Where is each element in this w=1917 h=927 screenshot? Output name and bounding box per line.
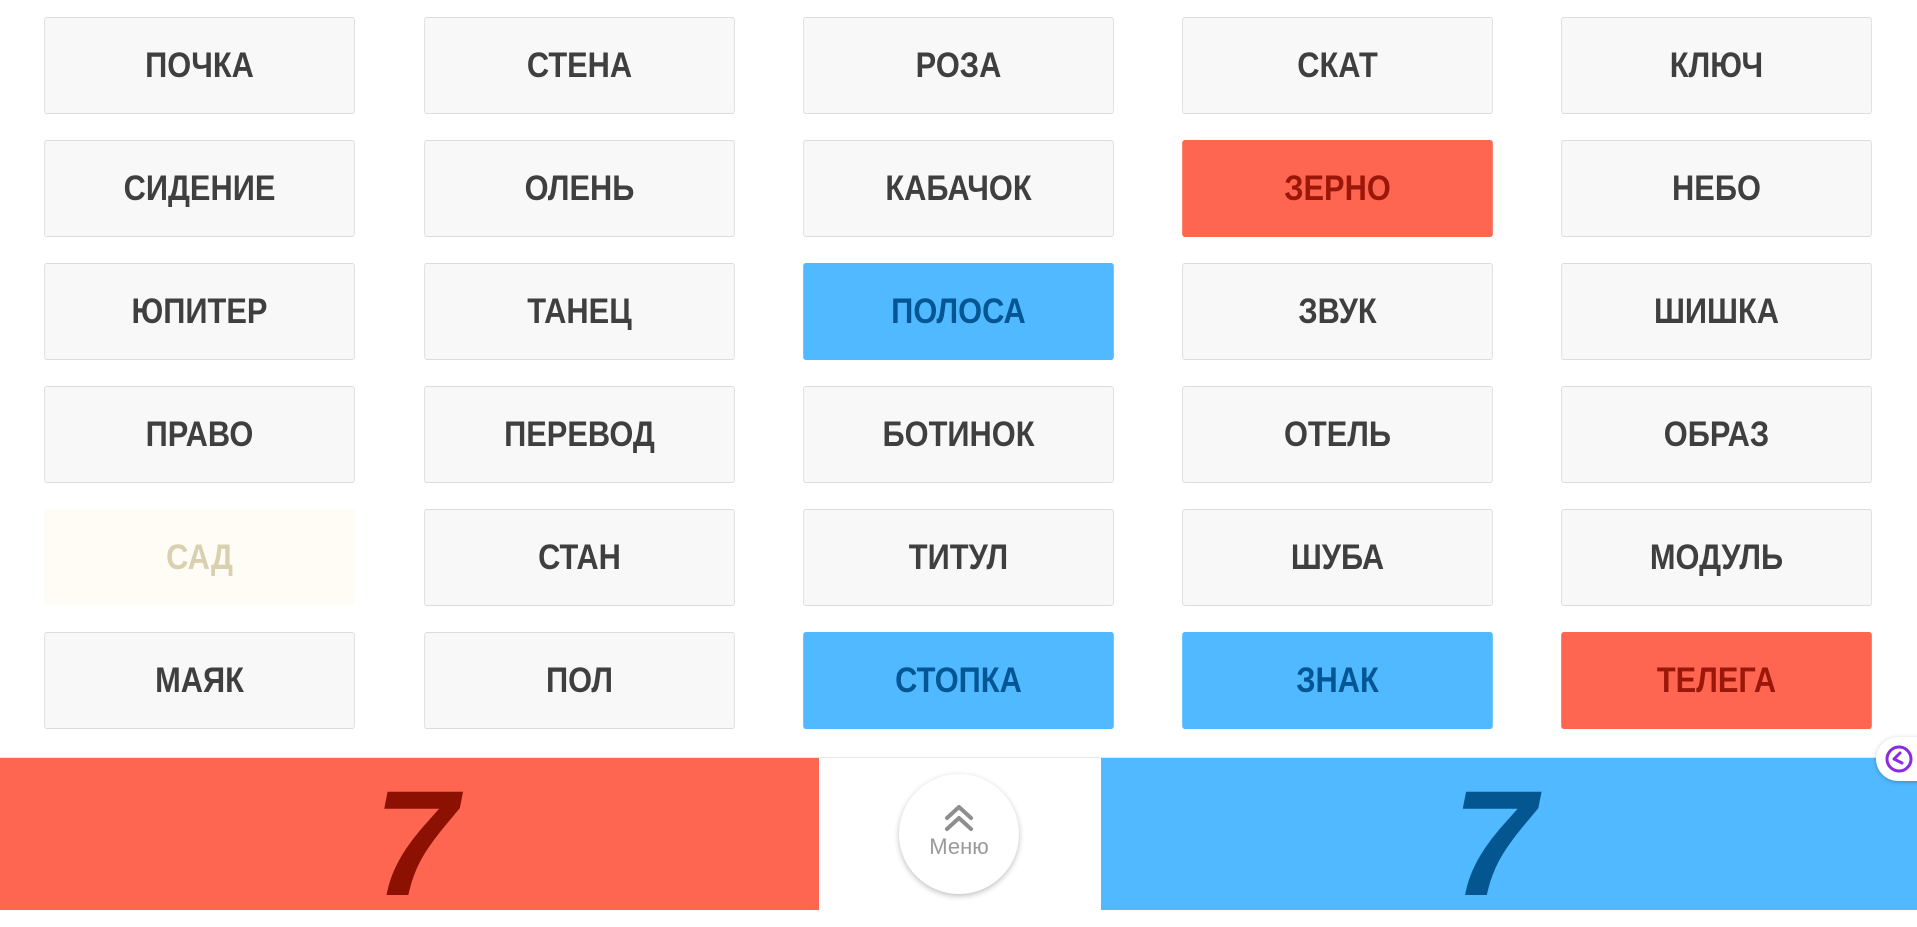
- card-word: МОДУЛЬ: [1649, 537, 1784, 577]
- chat-widget-icon: [1885, 745, 1913, 773]
- card-word: ТЕЛЕГА: [1656, 660, 1777, 700]
- score-bar: 7 Меню 7: [0, 757, 1917, 918]
- card-titul[interactable]: ТИТУЛ: [803, 509, 1114, 606]
- card-word: ЮПИТЕР: [131, 291, 268, 331]
- card-perevod[interactable]: ПЕРЕВОД: [424, 386, 735, 483]
- card-zvuk[interactable]: ЗВУК: [1182, 263, 1493, 360]
- card-telega[interactable]: ТЕЛЕГА: [1561, 632, 1872, 729]
- card-word: ОБРАЗ: [1663, 414, 1770, 454]
- card-stan[interactable]: СТАН: [424, 509, 735, 606]
- card-word: ПРАВО: [145, 414, 254, 454]
- card-word: ПОЛ: [546, 660, 613, 700]
- card-znak[interactable]: ЗНАК: [1182, 632, 1493, 729]
- card-stopka[interactable]: СТОПКА: [803, 632, 1114, 729]
- card-word: КАБАЧОК: [885, 168, 1032, 208]
- card-olen[interactable]: ОЛЕНЬ: [424, 140, 735, 237]
- card-pochka[interactable]: ПОЧКА: [44, 17, 355, 114]
- menu-button[interactable]: Меню: [899, 774, 1019, 894]
- card-mayak[interactable]: МАЯК: [44, 632, 355, 729]
- card-tanets[interactable]: ТАНЕЦ: [424, 263, 735, 360]
- blue-team-score-panel: 7: [1101, 758, 1917, 918]
- red-team-score-panel: 7: [0, 758, 819, 918]
- card-modul[interactable]: МОДУЛЬ: [1561, 509, 1872, 606]
- card-word: СТОПКА: [895, 660, 1022, 700]
- card-word: НЕБО: [1672, 168, 1761, 208]
- double-chevron-up-icon: [945, 805, 973, 831]
- card-roza[interactable]: РОЗА: [803, 17, 1114, 114]
- card-botinok[interactable]: БОТИНОК: [803, 386, 1114, 483]
- card-zerno[interactable]: ЗЕРНО: [1182, 140, 1493, 237]
- card-word: СКАТ: [1297, 45, 1378, 85]
- card-sidenie[interactable]: СИДЕНИЕ: [44, 140, 355, 237]
- card-word: ЗВУК: [1298, 291, 1377, 331]
- card-word: ПЕРЕВОД: [504, 414, 655, 454]
- card-word: КЛЮЧ: [1669, 45, 1764, 85]
- card-word: МАЯК: [155, 660, 244, 700]
- card-word: ОТЕЛЬ: [1283, 414, 1392, 454]
- card-word: ПОЧКА: [145, 45, 254, 85]
- card-obraz[interactable]: ОБРАЗ: [1561, 386, 1872, 483]
- card-shuba[interactable]: ШУБА: [1182, 509, 1493, 606]
- card-word: РОЗА: [915, 45, 1002, 85]
- red-team-score: 7: [373, 759, 458, 927]
- card-shishka[interactable]: ШИШКА: [1561, 263, 1872, 360]
- card-klyuch[interactable]: КЛЮЧ: [1561, 17, 1872, 114]
- card-polosa[interactable]: ПОЛОСА: [803, 263, 1114, 360]
- game-board: ПОЧКА СТЕНА РОЗА СКАТ КЛЮЧ СИДЕНИЕ ОЛЕНЬ…: [0, 0, 1917, 757]
- chat-widget-button[interactable]: [1876, 737, 1917, 781]
- card-skat[interactable]: СКАТ: [1182, 17, 1493, 114]
- card-word: ОЛЕНЬ: [524, 168, 635, 208]
- card-pol[interactable]: ПОЛ: [424, 632, 735, 729]
- card-word: СИДЕНИЕ: [123, 168, 276, 208]
- card-yupiter[interactable]: ЮПИТЕР: [44, 263, 355, 360]
- card-sad[interactable]: САД: [44, 509, 355, 606]
- card-pravo[interactable]: ПРАВО: [44, 386, 355, 483]
- card-word: ТИТУЛ: [908, 537, 1009, 577]
- blue-team-score: 7: [1452, 759, 1536, 927]
- card-word: ПОЛОСА: [891, 291, 1026, 331]
- card-word: ШУБА: [1290, 537, 1385, 577]
- card-stena[interactable]: СТЕНА: [424, 17, 735, 114]
- menu-label: Меню: [929, 834, 989, 859]
- card-nebo[interactable]: НЕБО: [1561, 140, 1872, 237]
- card-word: ЗНАК: [1296, 660, 1379, 700]
- card-otel[interactable]: ОТЕЛЬ: [1182, 386, 1493, 483]
- card-kabachok[interactable]: КАБАЧОК: [803, 140, 1114, 237]
- card-word: СТЕНА: [526, 45, 633, 85]
- card-word: ТАНЕЦ: [527, 291, 632, 331]
- card-word: БОТИНОК: [882, 414, 1035, 454]
- card-word: ЗЕРНО: [1284, 168, 1391, 208]
- card-word: САД: [166, 537, 233, 577]
- card-word: СТАН: [538, 537, 621, 577]
- card-word: ШИШКА: [1653, 291, 1780, 331]
